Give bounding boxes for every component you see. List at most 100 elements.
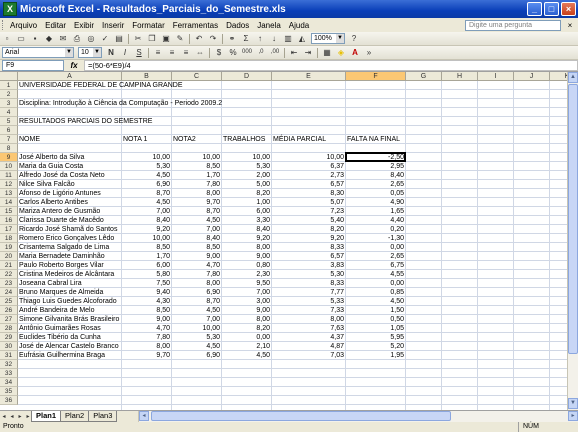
cell-a25[interactable]: Thiago Luis Guedes Alcoforado	[18, 297, 118, 306]
cell-b26[interactable]: 8,50	[122, 306, 171, 315]
cell-a1[interactable]: UNIVERSIDADE FEDERAL DE CAMPINA GRANDE	[18, 81, 184, 90]
chart-wizard-icon[interactable]: ▥	[282, 33, 294, 44]
cell-a19[interactable]: Crisantema Salgado de Lima	[18, 243, 110, 252]
cell-b14[interactable]: 4,50	[122, 198, 171, 207]
row-header[interactable]: 6	[0, 126, 18, 135]
cell-c25[interactable]: 8,70	[172, 297, 221, 306]
row-header[interactable]: 35	[0, 387, 18, 396]
cell-c10[interactable]: 8,50	[172, 162, 221, 171]
cell-a30[interactable]: José de Alencar Castelo Branco	[18, 342, 120, 351]
menu-arquivo[interactable]: Arquivo	[6, 21, 41, 30]
row-header[interactable]: 21	[0, 261, 18, 270]
cell-d20[interactable]: 9,00	[222, 252, 271, 261]
cell-d24[interactable]: 7,00	[222, 288, 271, 297]
formula-input[interactable]: =(50-6*E9)/4	[84, 60, 578, 71]
scroll-left-icon[interactable]: ◂	[139, 411, 149, 421]
sort-descending-icon[interactable]: ↓	[268, 33, 280, 44]
cut-icon[interactable]: ✂	[132, 33, 144, 44]
cell-a12[interactable]: Nilce Silva Falcão	[18, 180, 76, 189]
column-header-d[interactable]: D	[222, 72, 272, 81]
cell-d30[interactable]: 2,10	[222, 342, 271, 351]
sort-ascending-icon[interactable]: ↑	[254, 33, 266, 44]
cell-f16[interactable]: 4,40	[346, 216, 405, 225]
sheet-tab-plan2[interactable]: Plan2	[60, 411, 90, 422]
cell-c14[interactable]: 9,70	[172, 198, 221, 207]
cell-e21[interactable]: 3,83	[272, 261, 345, 270]
row-header[interactable]: 24	[0, 288, 18, 297]
cell-b22[interactable]: 5,80	[122, 270, 171, 279]
increase-decimal-button[interactable]: ,0	[255, 47, 267, 58]
column-header-h[interactable]: H	[442, 72, 478, 81]
cell-d14[interactable]: 1,00	[222, 198, 271, 207]
cell-a23[interactable]: Joseana Cabral Lira	[18, 279, 83, 288]
cell-e29[interactable]: 4,37	[272, 333, 345, 342]
cell-c22[interactable]: 7,80	[172, 270, 221, 279]
undo-icon[interactable]: ↶	[193, 33, 205, 44]
cell-e18[interactable]: 9,20	[272, 234, 345, 243]
next-sheet-icon[interactable]: ▸	[16, 413, 24, 420]
row-header[interactable]: 32	[0, 360, 18, 369]
cell-f20[interactable]: 2,65	[346, 252, 405, 261]
horizontal-scroll-thumb[interactable]	[151, 411, 451, 421]
zoom-select[interactable]: 100% ▼	[311, 33, 345, 44]
cell-e31[interactable]: 7,03	[272, 351, 345, 360]
cell-c26[interactable]: 4,50	[172, 306, 221, 315]
worksheet-grid[interactable]: A B C D E F G H I J K 1 UNIVERSIDADE FEDERAL DE CAMP…	[0, 72, 567, 410]
cell-c17[interactable]: 7,00	[172, 225, 221, 234]
cell-f15[interactable]: 1,65	[346, 207, 405, 216]
cell-c18[interactable]: 8,40	[172, 234, 221, 243]
cell-e30[interactable]: 4,87	[272, 342, 345, 351]
italic-button[interactable]: I	[119, 47, 131, 58]
print-preview-icon[interactable]: ◎	[85, 33, 97, 44]
row-header[interactable]: 36	[0, 396, 18, 405]
cell-b15[interactable]: 7,00	[122, 207, 171, 216]
cell-e17[interactable]: 8,20	[272, 225, 345, 234]
cell-e7[interactable]: MÉDIA PARCIAL	[272, 135, 327, 144]
select-all-corner[interactable]	[0, 72, 18, 81]
row-header[interactable]: 20	[0, 252, 18, 261]
fill-color-icon[interactable]: ◈	[335, 47, 347, 58]
increase-indent-icon[interactable]: ⇥	[302, 47, 314, 58]
drawing-icon[interactable]: ◭	[296, 33, 308, 44]
menu-ajuda[interactable]: Ajuda	[285, 21, 313, 30]
permission-icon[interactable]: ◆	[43, 33, 55, 44]
cell-e19[interactable]: 8,33	[272, 243, 345, 252]
cell-d26[interactable]: 9,00	[222, 306, 271, 315]
row-header[interactable]: 1	[0, 81, 18, 90]
hyperlink-icon[interactable]: ⚭	[226, 33, 238, 44]
row-header[interactable]: 31	[0, 351, 18, 360]
cell-d7[interactable]: TRABALHOS	[222, 135, 266, 144]
cell-d12[interactable]: 5,00	[222, 180, 271, 189]
cell-c20[interactable]: 9,00	[172, 252, 221, 261]
cell-d16[interactable]: 3,30	[222, 216, 271, 225]
row-header[interactable]: 2	[0, 90, 18, 99]
cell-b24[interactable]: 9,40	[122, 288, 171, 297]
redo-icon[interactable]: ↷	[207, 33, 219, 44]
column-header-f[interactable]: F	[346, 72, 406, 81]
column-header-e[interactable]: E	[272, 72, 346, 81]
cell-f13[interactable]: 0,05	[346, 189, 405, 198]
vertical-scrollbar[interactable]: ▲ ▼	[567, 72, 578, 410]
cell-b27[interactable]: 9,00	[122, 315, 171, 324]
cell-e24[interactable]: 7,77	[272, 288, 345, 297]
cell-c24[interactable]: 6,90	[172, 288, 221, 297]
cell-b12[interactable]: 6,90	[122, 180, 171, 189]
help-icon[interactable]: ?	[348, 33, 360, 44]
percent-button[interactable]: %	[227, 47, 239, 58]
cell-a3[interactable]: Disciplina: Introdução à Ciência da Comp…	[18, 99, 223, 108]
cell-d29[interactable]: 0,00	[222, 333, 271, 342]
cell-d27[interactable]: 8,00	[222, 315, 271, 324]
minimize-button[interactable]: _	[527, 2, 542, 16]
row-header[interactable]: 18	[0, 234, 18, 243]
cell-f11[interactable]: 8,40	[346, 171, 405, 180]
row-header[interactable]: 7	[0, 135, 18, 144]
cell-f31[interactable]: 1,95	[346, 351, 405, 360]
row-header[interactable]: 26	[0, 306, 18, 315]
cell-e12[interactable]: 6,57	[272, 180, 345, 189]
row-header[interactable]: 16	[0, 216, 18, 225]
cell-e11[interactable]: 2,73	[272, 171, 345, 180]
cell-c9[interactable]: 10,00	[172, 153, 221, 162]
row-header[interactable]: 10	[0, 162, 18, 171]
cell-d13[interactable]: 8,20	[222, 189, 271, 198]
cell-f14[interactable]: 4,90	[346, 198, 405, 207]
